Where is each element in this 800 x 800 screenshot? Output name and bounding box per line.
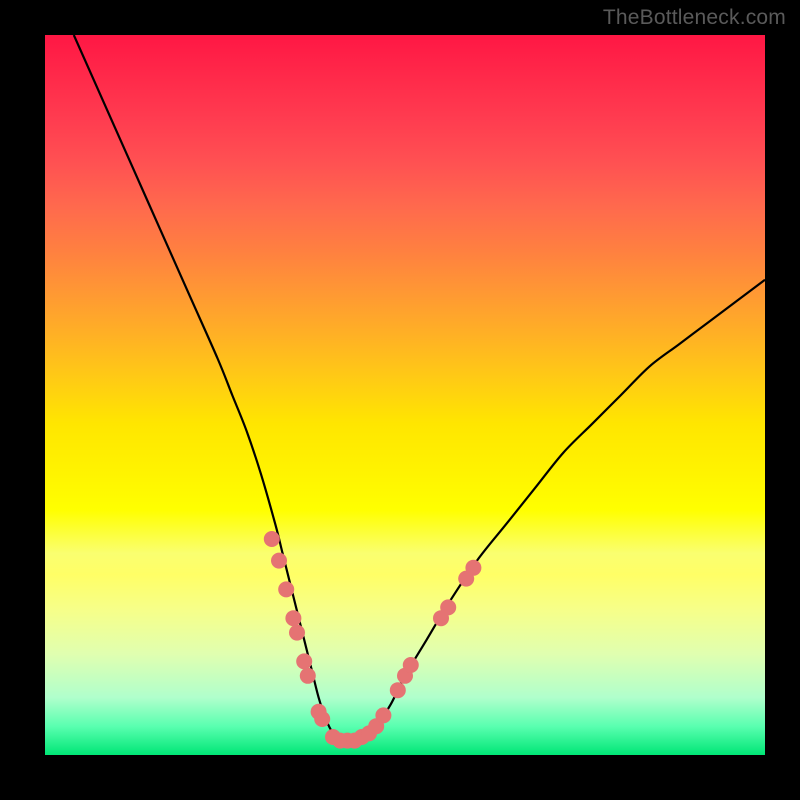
data-point xyxy=(314,711,330,727)
data-point xyxy=(278,581,294,597)
data-point xyxy=(465,560,481,576)
watermark-text: TheBottleneck.com xyxy=(603,6,786,30)
data-point xyxy=(264,531,280,547)
data-point xyxy=(289,625,305,641)
bottleneck-curve xyxy=(74,35,765,741)
data-points xyxy=(264,531,482,749)
data-point xyxy=(440,599,456,615)
chart-svg xyxy=(45,35,765,755)
data-point xyxy=(300,668,316,684)
data-point xyxy=(271,553,287,569)
data-point xyxy=(375,707,391,723)
plot-area xyxy=(45,35,765,755)
data-point xyxy=(285,610,301,626)
chart-container: TheBottleneck.com xyxy=(0,0,800,800)
data-point xyxy=(403,657,419,673)
data-point xyxy=(296,653,312,669)
data-point xyxy=(390,682,406,698)
